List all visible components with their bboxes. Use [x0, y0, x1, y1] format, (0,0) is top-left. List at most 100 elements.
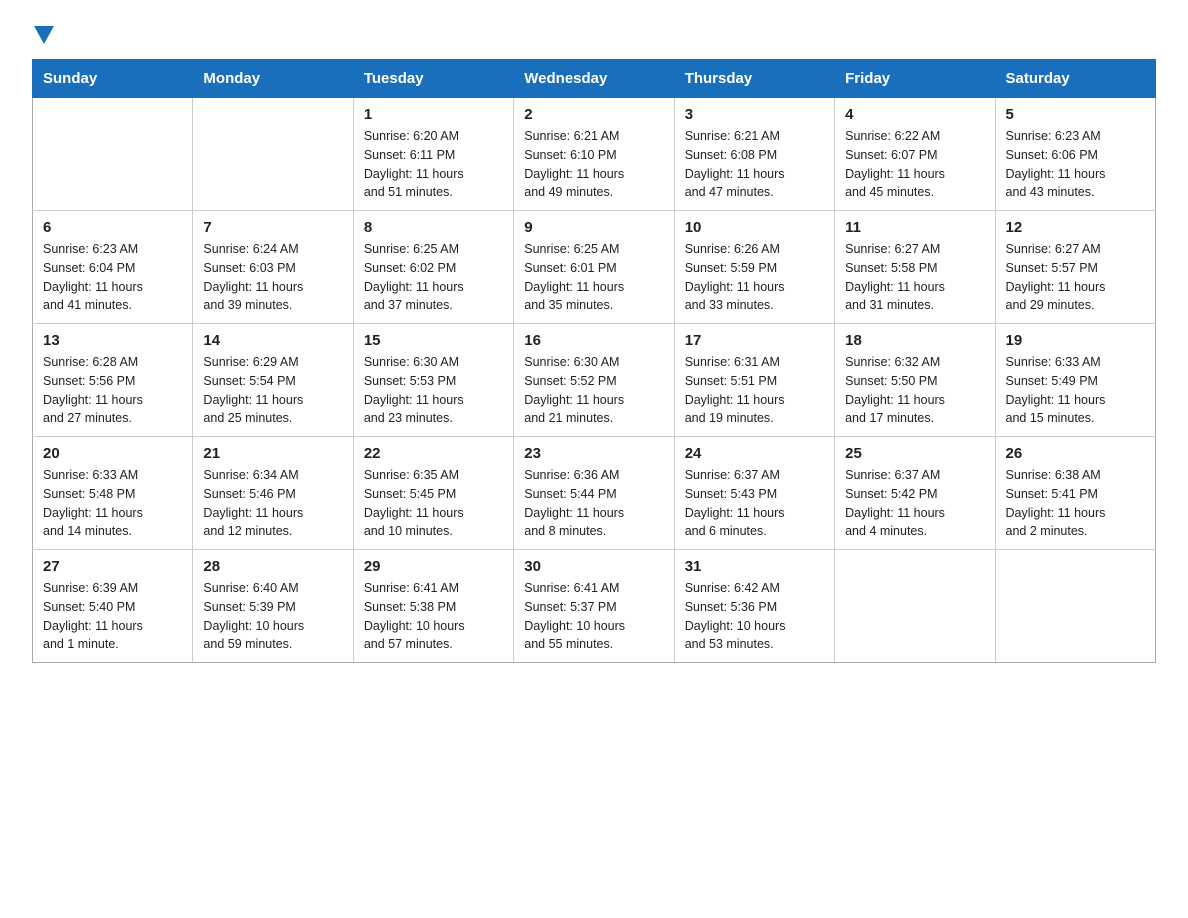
day-info: Sunrise: 6:22 AM Sunset: 6:07 PM Dayligh…	[845, 127, 984, 202]
day-info: Sunrise: 6:40 AM Sunset: 5:39 PM Dayligh…	[203, 579, 342, 654]
day-info: Sunrise: 6:31 AM Sunset: 5:51 PM Dayligh…	[685, 353, 824, 428]
day-info: Sunrise: 6:41 AM Sunset: 5:38 PM Dayligh…	[364, 579, 503, 654]
day-number: 28	[203, 558, 342, 575]
calendar-cell: 20 Sunrise: 6:33 AM Sunset: 5:48 PM Dayli…	[33, 437, 193, 550]
calendar-cell: 16 Sunrise: 6:30 AM Sunset: 5:52 PM Dayli…	[514, 324, 674, 437]
day-number: 17	[685, 332, 824, 349]
day-number: 25	[845, 445, 984, 462]
calendar-week-row: 1 Sunrise: 6:20 AM Sunset: 6:11 PM Daylig…	[33, 98, 1156, 211]
day-info: Sunrise: 6:37 AM Sunset: 5:42 PM Dayligh…	[845, 466, 984, 541]
calendar-cell	[193, 98, 353, 211]
day-info: Sunrise: 6:33 AM Sunset: 5:48 PM Dayligh…	[43, 466, 182, 541]
day-number: 2	[524, 106, 663, 123]
calendar-cell	[33, 98, 193, 211]
day-info: Sunrise: 6:20 AM Sunset: 6:11 PM Dayligh…	[364, 127, 503, 202]
day-number: 16	[524, 332, 663, 349]
calendar-week-row: 20 Sunrise: 6:33 AM Sunset: 5:48 PM Dayli…	[33, 437, 1156, 550]
day-info: Sunrise: 6:23 AM Sunset: 6:06 PM Dayligh…	[1006, 127, 1145, 202]
day-info: Sunrise: 6:21 AM Sunset: 6:10 PM Dayligh…	[524, 127, 663, 202]
calendar-cell: 6 Sunrise: 6:23 AM Sunset: 6:04 PM Daylig…	[33, 211, 193, 324]
logo-triangle-icon	[34, 26, 54, 44]
day-number: 30	[524, 558, 663, 575]
calendar-cell: 23 Sunrise: 6:36 AM Sunset: 5:44 PM Dayli…	[514, 437, 674, 550]
page-header	[32, 24, 1156, 49]
calendar-cell: 9 Sunrise: 6:25 AM Sunset: 6:01 PM Daylig…	[514, 211, 674, 324]
calendar-cell: 17 Sunrise: 6:31 AM Sunset: 5:51 PM Dayli…	[674, 324, 834, 437]
calendar-cell: 26 Sunrise: 6:38 AM Sunset: 5:41 PM Dayli…	[995, 437, 1155, 550]
day-number: 15	[364, 332, 503, 349]
day-number: 22	[364, 445, 503, 462]
day-number: 5	[1006, 106, 1145, 123]
calendar-cell: 11Sunrise: 6:27 AM Sunset: 5:58 PM Dayli…	[835, 211, 995, 324]
calendar-cell: 25 Sunrise: 6:37 AM Sunset: 5:42 PM Dayli…	[835, 437, 995, 550]
day-number: 1	[364, 106, 503, 123]
day-info: Sunrise: 6:30 AM Sunset: 5:52 PM Dayligh…	[524, 353, 663, 428]
calendar-week-row: 6 Sunrise: 6:23 AM Sunset: 6:04 PM Daylig…	[33, 211, 1156, 324]
day-info: Sunrise: 6:25 AM Sunset: 6:02 PM Dayligh…	[364, 240, 503, 315]
calendar-header-row: SundayMondayTuesdayWednesdayThursdayFrid…	[33, 60, 1156, 98]
day-number: 20	[43, 445, 182, 462]
calendar-cell: 30Sunrise: 6:41 AM Sunset: 5:37 PM Dayli…	[514, 550, 674, 663]
calendar-cell: 4 Sunrise: 6:22 AM Sunset: 6:07 PM Daylig…	[835, 98, 995, 211]
calendar-cell: 29 Sunrise: 6:41 AM Sunset: 5:38 PM Dayli…	[353, 550, 513, 663]
day-info: Sunrise: 6:24 AM Sunset: 6:03 PM Dayligh…	[203, 240, 342, 315]
calendar-cell: 8 Sunrise: 6:25 AM Sunset: 6:02 PM Daylig…	[353, 211, 513, 324]
calendar-week-row: 27Sunrise: 6:39 AM Sunset: 5:40 PM Dayli…	[33, 550, 1156, 663]
calendar-header-saturday: Saturday	[995, 60, 1155, 98]
calendar-header-sunday: Sunday	[33, 60, 193, 98]
calendar-header-monday: Monday	[193, 60, 353, 98]
calendar-table: SundayMondayTuesdayWednesdayThursdayFrid…	[32, 59, 1156, 663]
calendar-cell: 22 Sunrise: 6:35 AM Sunset: 5:45 PM Dayli…	[353, 437, 513, 550]
calendar-cell	[995, 550, 1155, 663]
calendar-cell: 13Sunrise: 6:28 AM Sunset: 5:56 PM Dayli…	[33, 324, 193, 437]
day-number: 14	[203, 332, 342, 349]
day-number: 18	[845, 332, 984, 349]
calendar-cell: 27Sunrise: 6:39 AM Sunset: 5:40 PM Dayli…	[33, 550, 193, 663]
day-number: 26	[1006, 445, 1145, 462]
calendar-cell: 5 Sunrise: 6:23 AM Sunset: 6:06 PM Daylig…	[995, 98, 1155, 211]
day-info: Sunrise: 6:34 AM Sunset: 5:46 PM Dayligh…	[203, 466, 342, 541]
calendar-cell: 10Sunrise: 6:26 AM Sunset: 5:59 PM Dayli…	[674, 211, 834, 324]
day-info: Sunrise: 6:32 AM Sunset: 5:50 PM Dayligh…	[845, 353, 984, 428]
day-info: Sunrise: 6:38 AM Sunset: 5:41 PM Dayligh…	[1006, 466, 1145, 541]
day-number: 29	[364, 558, 503, 575]
day-info: Sunrise: 6:37 AM Sunset: 5:43 PM Dayligh…	[685, 466, 824, 541]
day-info: Sunrise: 6:29 AM Sunset: 5:54 PM Dayligh…	[203, 353, 342, 428]
day-number: 3	[685, 106, 824, 123]
day-number: 9	[524, 219, 663, 236]
calendar-header-thursday: Thursday	[674, 60, 834, 98]
calendar-header-tuesday: Tuesday	[353, 60, 513, 98]
calendar-cell: 18 Sunrise: 6:32 AM Sunset: 5:50 PM Dayli…	[835, 324, 995, 437]
day-info: Sunrise: 6:35 AM Sunset: 5:45 PM Dayligh…	[364, 466, 503, 541]
day-info: Sunrise: 6:23 AM Sunset: 6:04 PM Dayligh…	[43, 240, 182, 315]
calendar-cell: 7 Sunrise: 6:24 AM Sunset: 6:03 PM Daylig…	[193, 211, 353, 324]
calendar-header-wednesday: Wednesday	[514, 60, 674, 98]
day-number: 21	[203, 445, 342, 462]
day-info: Sunrise: 6:39 AM Sunset: 5:40 PM Dayligh…	[43, 579, 182, 654]
day-number: 23	[524, 445, 663, 462]
calendar-cell: 24 Sunrise: 6:37 AM Sunset: 5:43 PM Dayli…	[674, 437, 834, 550]
calendar-cell: 28 Sunrise: 6:40 AM Sunset: 5:39 PM Dayli…	[193, 550, 353, 663]
calendar-cell: 31Sunrise: 6:42 AM Sunset: 5:36 PM Dayli…	[674, 550, 834, 663]
day-number: 12	[1006, 219, 1145, 236]
calendar-cell: 1 Sunrise: 6:20 AM Sunset: 6:11 PM Daylig…	[353, 98, 513, 211]
day-number: 4	[845, 106, 984, 123]
day-info: Sunrise: 6:21 AM Sunset: 6:08 PM Dayligh…	[685, 127, 824, 202]
day-info: Sunrise: 6:28 AM Sunset: 5:56 PM Dayligh…	[43, 353, 182, 428]
calendar-cell: 15Sunrise: 6:30 AM Sunset: 5:53 PM Dayli…	[353, 324, 513, 437]
calendar-week-row: 13Sunrise: 6:28 AM Sunset: 5:56 PM Dayli…	[33, 324, 1156, 437]
calendar-cell: 21 Sunrise: 6:34 AM Sunset: 5:46 PM Dayli…	[193, 437, 353, 550]
day-number: 19	[1006, 332, 1145, 349]
day-info: Sunrise: 6:25 AM Sunset: 6:01 PM Dayligh…	[524, 240, 663, 315]
day-number: 24	[685, 445, 824, 462]
day-info: Sunrise: 6:42 AM Sunset: 5:36 PM Dayligh…	[685, 579, 824, 654]
day-number: 8	[364, 219, 503, 236]
day-number: 7	[203, 219, 342, 236]
calendar-header-friday: Friday	[835, 60, 995, 98]
day-info: Sunrise: 6:36 AM Sunset: 5:44 PM Dayligh…	[524, 466, 663, 541]
day-number: 6	[43, 219, 182, 236]
calendar-cell: 12 Sunrise: 6:27 AM Sunset: 5:57 PM Dayli…	[995, 211, 1155, 324]
calendar-cell: 14 Sunrise: 6:29 AM Sunset: 5:54 PM Dayli…	[193, 324, 353, 437]
day-info: Sunrise: 6:27 AM Sunset: 5:57 PM Dayligh…	[1006, 240, 1145, 315]
calendar-cell: 2 Sunrise: 6:21 AM Sunset: 6:10 PM Daylig…	[514, 98, 674, 211]
